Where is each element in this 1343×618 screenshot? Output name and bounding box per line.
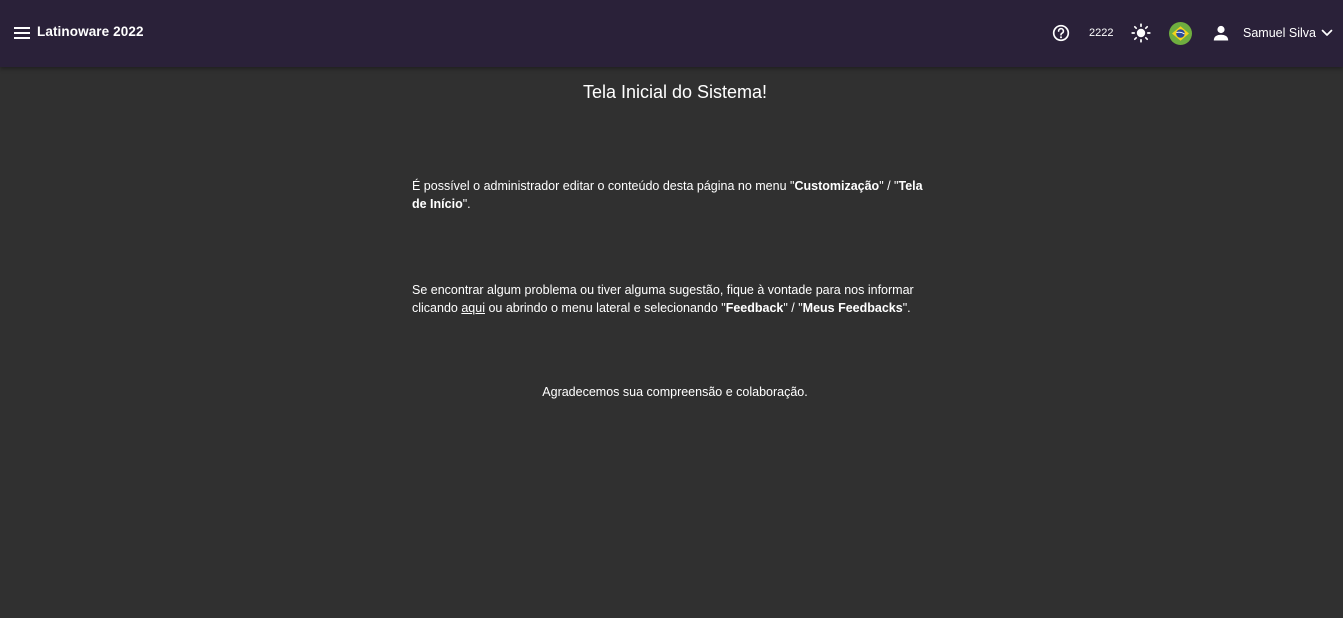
person-icon — [1211, 23, 1231, 43]
sun-icon[interactable] — [1130, 22, 1152, 44]
app-title[interactable]: Latinoware 2022 — [37, 24, 144, 39]
page-title: Tela Inicial do Sistema! — [582, 82, 768, 102]
paragraph-text: É possível o administrador editar o cont… — [412, 179, 791, 193]
hamburger-icon-graphic — [14, 27, 30, 39]
brazil-flag-graphic — [1169, 22, 1192, 45]
strong-meus-feedbacks: Meus Feedbacks — [802, 301, 903, 315]
user-menu-button[interactable]: Samuel Silva — [1211, 22, 1335, 44]
strong-customizacao: Customização — [794, 179, 880, 193]
quote-end: ". — [902, 301, 911, 315]
separator: " / " — [879, 179, 899, 193]
strong-feedback: Feedback — [725, 301, 784, 315]
sun-icon-graphic — [1131, 23, 1151, 43]
quote-end: ". — [462, 197, 471, 211]
admin-info-paragraph: É possível o administrador editar o cont… — [412, 177, 932, 213]
counter-value: 2222 — [1089, 27, 1114, 39]
help-icon[interactable] — [1051, 23, 1071, 43]
menu-icon[interactable] — [12, 23, 32, 43]
help-icon-graphic — [1052, 24, 1070, 42]
top-app-bar: Latinoware 2022 2222 Samuel Silva — [0, 0, 1343, 67]
paragraph-text-continued: ou abrindo o menu lateral e selecionando — [484, 301, 722, 315]
user-name: Samuel Silva — [1243, 26, 1316, 40]
feedback-paragraph: Se encontrar algum problema ou tiver alg… — [412, 281, 932, 317]
brazil-flag-icon[interactable] — [1169, 22, 1192, 45]
thanks-message: Agradecemos sua compreensão e colaboraçã… — [542, 385, 808, 399]
feedback-link[interactable]: aqui — [461, 301, 485, 315]
separator: " / " — [783, 301, 803, 315]
chevron-down-icon — [1321, 26, 1335, 40]
